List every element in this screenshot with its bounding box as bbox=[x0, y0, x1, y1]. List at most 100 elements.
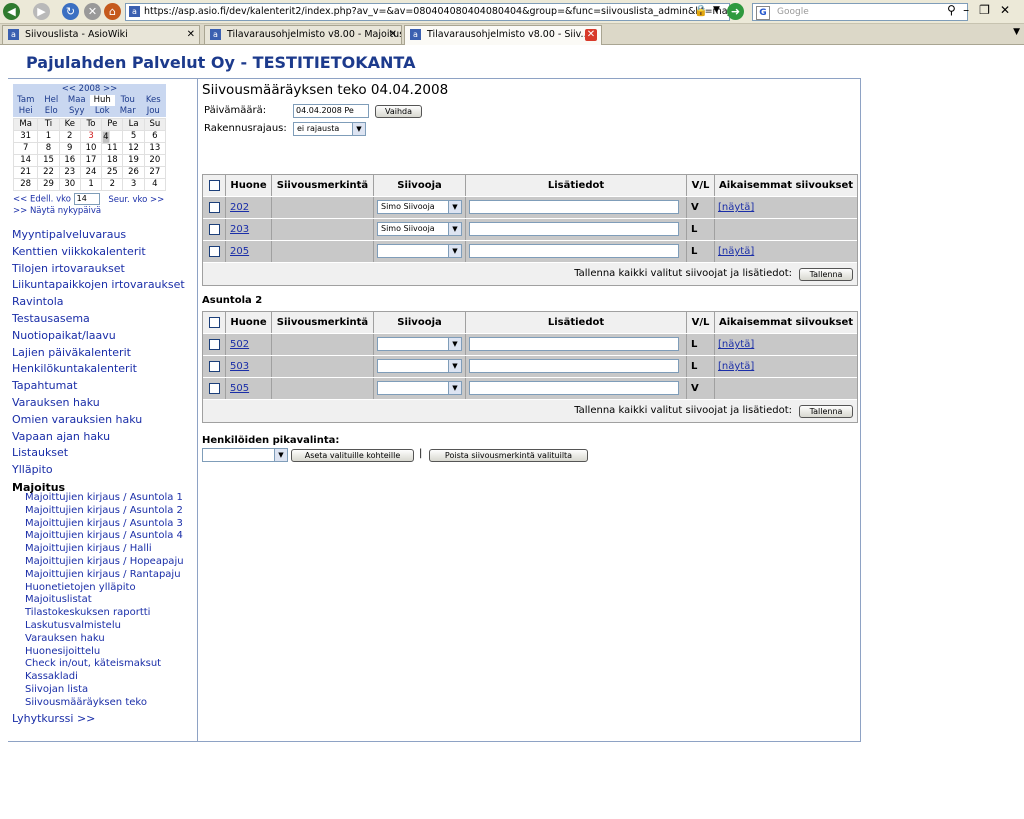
nav-item[interactable]: Listaukset bbox=[12, 445, 185, 462]
nav-item[interactable]: Ylläpito bbox=[12, 462, 185, 479]
nav-item[interactable]: Vapaan ajan haku bbox=[12, 429, 185, 446]
calendar-month-link[interactable]: Huh bbox=[89, 95, 115, 106]
notes-input[interactable] bbox=[469, 244, 679, 258]
cleaner-select[interactable]: Simo Siivooja ▼ bbox=[377, 200, 462, 214]
go-icon[interactable]: ➜ bbox=[727, 3, 744, 20]
change-date-button[interactable]: Vaihda bbox=[375, 105, 422, 118]
calendar-day[interactable]: 12 bbox=[122, 142, 145, 155]
row-checkbox[interactable] bbox=[209, 383, 220, 394]
row-checkbox[interactable] bbox=[209, 339, 220, 350]
calendar-day[interactable]: 2 bbox=[101, 178, 124, 191]
select-all-checkbox[interactable] bbox=[209, 317, 220, 328]
building-select[interactable]: ei rajausta ▼ bbox=[293, 122, 366, 136]
calendar-day[interactable]: 24 bbox=[79, 166, 103, 179]
room-link[interactable]: 203 bbox=[226, 224, 249, 235]
room-link[interactable]: 502 bbox=[226, 339, 249, 350]
room-link[interactable]: 503 bbox=[226, 361, 249, 372]
row-checkbox[interactable] bbox=[209, 246, 220, 257]
search-input[interactable]: G Google bbox=[752, 3, 968, 21]
notes-input[interactable] bbox=[469, 359, 679, 373]
calendar-day[interactable]: 9 bbox=[58, 142, 81, 155]
chevron-down-icon[interactable]: ▼ bbox=[448, 223, 461, 235]
chevron-down-icon[interactable]: ▼ bbox=[274, 449, 287, 461]
nav-item[interactable]: Liikuntapaikkojen irtovaraukset bbox=[12, 277, 185, 294]
calendar-day[interactable]: 1 bbox=[37, 130, 60, 143]
calendar-month-link[interactable]: Maa bbox=[64, 95, 90, 106]
quick-select-person[interactable]: ▼ bbox=[202, 448, 288, 462]
save-button[interactable]: Tallenna bbox=[799, 405, 853, 418]
calendar-month-link[interactable]: Elo bbox=[39, 106, 65, 117]
calendar-day[interactable]: 6 bbox=[143, 130, 167, 143]
cleaner-select[interactable]: ▼ bbox=[377, 381, 462, 395]
room-link[interactable]: 205 bbox=[226, 246, 249, 257]
calendar-day[interactable]: 4 bbox=[102, 131, 110, 144]
close-window-icon[interactable]: ✕ bbox=[1000, 3, 1020, 17]
calendar-month-link[interactable]: Kes bbox=[141, 95, 167, 106]
sub-nav-item[interactable]: Huonesijoittelu bbox=[25, 646, 184, 659]
select-all-checkbox[interactable] bbox=[209, 180, 220, 191]
chevron-down-icon[interactable]: ▼ bbox=[352, 123, 365, 135]
calendar-day[interactable]: 19 bbox=[122, 154, 145, 167]
sub-nav-item[interactable]: Majoituslistat bbox=[25, 594, 184, 607]
room-link[interactable]: 505 bbox=[226, 383, 249, 394]
cleaner-select[interactable]: ▼ bbox=[377, 244, 462, 258]
calendar-day[interactable]: 14 bbox=[12, 154, 39, 167]
calendar-day[interactable]: 13 bbox=[143, 142, 167, 155]
chevron-down-icon[interactable]: ▼ bbox=[448, 245, 461, 257]
sub-nav-item[interactable]: Majoittujien kirjaus / Rantapaju bbox=[25, 569, 184, 582]
prev-week-link[interactable]: << Edell. vko bbox=[13, 195, 71, 205]
calendar-month-link[interactable]: Hel bbox=[39, 95, 65, 106]
sub-nav-item[interactable]: Huonetietojen ylläpito bbox=[25, 582, 184, 595]
nav-item[interactable]: Henkilökuntakalenterit bbox=[12, 361, 185, 378]
calendar-day[interactable]: 31 bbox=[12, 130, 39, 143]
calendar-day[interactable]: 28 bbox=[12, 178, 39, 191]
calendar-day[interactable]: 20 bbox=[143, 154, 167, 167]
date-input[interactable]: 04.04.2008 Pe bbox=[293, 104, 369, 118]
calendar-day[interactable]: 23 bbox=[58, 166, 81, 179]
sub-nav-item[interactable]: Majoittujien kirjaus / Asuntola 1 bbox=[25, 492, 184, 505]
nav-item[interactable]: Tilojen irtovaraukset bbox=[12, 261, 185, 278]
calendar-day[interactable]: 2 bbox=[58, 130, 81, 143]
notes-input[interactable] bbox=[469, 337, 679, 351]
chevron-down-icon[interactable]: ▼ bbox=[448, 360, 461, 372]
tab-close-icon[interactable]: ✕ bbox=[585, 29, 597, 41]
calendar-day[interactable]: 10 bbox=[79, 142, 103, 155]
tab-siivous[interactable]: a Tilavarausohjelmisto v8.00 - Siiv... ✕ bbox=[404, 25, 602, 45]
sub-nav-item[interactable]: Majoittujien kirjaus / Asuntola 2 bbox=[25, 505, 184, 518]
next-week-link[interactable]: Seur. vko >> bbox=[108, 195, 164, 205]
calendar-day[interactable]: 8 bbox=[37, 142, 60, 155]
address-bar[interactable]: a https://asp.asio.fi/dev/kalenterit2/in… bbox=[125, 3, 730, 21]
tab-majoitus[interactable]: a Tilavarausohjelmisto v8.00 - Majoitust… bbox=[204, 25, 402, 44]
notes-input[interactable] bbox=[469, 200, 679, 214]
tab-close-icon[interactable]: ✕ bbox=[187, 26, 195, 44]
chevron-down-icon[interactable]: ▼ bbox=[448, 382, 461, 394]
back-icon[interactable]: ◀ bbox=[3, 3, 20, 20]
show-today-link[interactable]: >> Näytä nykypäivä bbox=[13, 206, 101, 216]
calendar-day[interactable]: 3 bbox=[79, 130, 103, 143]
sub-nav-item[interactable]: Check in/out, käteismaksut bbox=[25, 658, 184, 671]
forward-icon[interactable]: ▶ bbox=[33, 3, 50, 20]
sub-nav-item[interactable]: Laskutusvalmistelu bbox=[25, 620, 184, 633]
calendar-day[interactable]: 1 bbox=[79, 178, 103, 191]
sub-nav-item[interactable]: Majoittujien kirjaus / Asuntola 4 bbox=[25, 530, 184, 543]
nav-item[interactable]: Myyntipalveluvaraus bbox=[12, 227, 185, 244]
sub-nav-item[interactable]: Varauksen haku bbox=[25, 633, 184, 646]
nav-item[interactable]: Omien varauksien haku bbox=[12, 412, 185, 429]
sub-nav-item[interactable]: Majoittujien kirjaus / Asuntola 3 bbox=[25, 518, 184, 531]
cleaner-select[interactable]: Simo Siivooja ▼ bbox=[377, 222, 462, 236]
cleaner-select[interactable]: ▼ bbox=[377, 337, 462, 351]
tab-list-icon[interactable]: ▼ bbox=[1013, 27, 1020, 37]
remove-marking-button[interactable]: Poista siivousmerkintä valituilta bbox=[429, 449, 588, 462]
week-input[interactable]: 14 bbox=[73, 193, 100, 205]
calendar-day[interactable]: 3 bbox=[122, 178, 145, 191]
chevron-down-icon[interactable]: ▼ bbox=[448, 201, 461, 213]
home-icon[interactable]: ⌂ bbox=[104, 3, 121, 20]
calendar-day[interactable]: 18 bbox=[101, 154, 124, 167]
reload-icon[interactable]: ↻ bbox=[62, 3, 79, 20]
calendar-month-link[interactable]: Syy bbox=[64, 106, 90, 117]
history-link[interactable]: [näytä] bbox=[715, 246, 754, 257]
nav-item[interactable]: Nuotiopaikat/laavu bbox=[12, 328, 185, 345]
sub-nav-item[interactable]: Siivousmääräyksen teko bbox=[25, 697, 184, 710]
chevron-down-icon[interactable]: ▼ bbox=[448, 338, 461, 350]
sub-nav-item[interactable]: Kassakladi bbox=[25, 671, 184, 684]
